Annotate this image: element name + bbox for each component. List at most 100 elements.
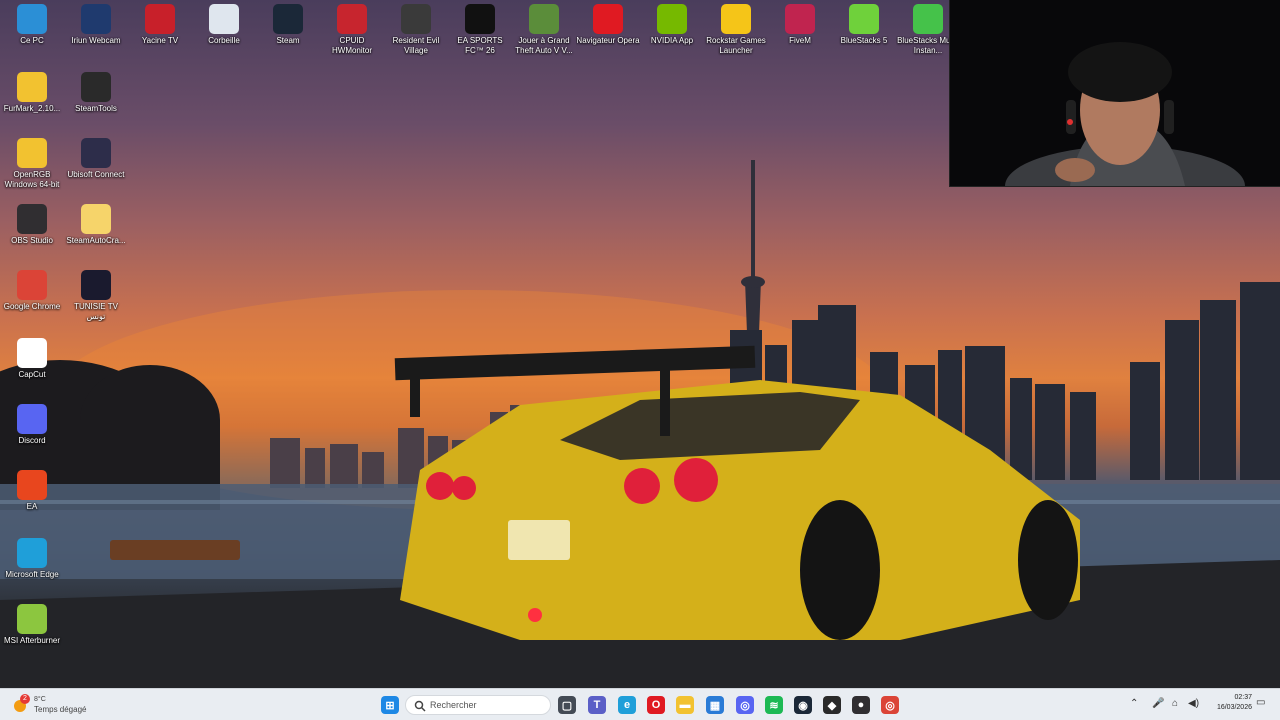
desktop-icon-label: BlueStacks 5	[840, 36, 888, 45]
desktop-icon-opera[interactable]: Navigateur Opera	[576, 0, 640, 46]
desktop-icon-label: Microsoft Edge	[5, 570, 59, 579]
desktop-icon-rockstar[interactable]: Rockstar Games Launcher	[704, 0, 768, 56]
desktop-icon-bluestacks[interactable]: BlueStacks 5	[832, 0, 896, 46]
desktop-icon-ubisoft[interactable]: Ubisoft Connect	[64, 134, 128, 180]
desktop-icon-discord[interactable]: Discord	[0, 400, 64, 446]
ubisoft-icon	[81, 138, 111, 168]
folder-icon	[81, 204, 111, 234]
obs-taskbar-icon[interactable]: ●	[852, 696, 870, 714]
desktop-icon-label: Corbeille	[208, 36, 240, 45]
capcut-icon	[17, 338, 47, 368]
search-icon	[414, 700, 426, 712]
desktop-icon-steam[interactable]: Steam	[256, 0, 320, 46]
folder-icon	[17, 138, 47, 168]
desktop-icon-label: Navigateur Opera	[576, 36, 640, 45]
edge-icon	[17, 538, 47, 568]
weather-temp: 8°C	[34, 696, 46, 703]
desktop-icon-chrome[interactable]: Google Chrome	[0, 266, 64, 312]
desktop-icon-tunisie-tv[interactable]: TUNISIE TV تونس	[64, 266, 128, 322]
opera-icon	[593, 4, 623, 34]
desktop-icon-folder[interactable]: SteamAutoCra...	[64, 200, 128, 246]
recycle-bin-icon	[209, 4, 239, 34]
chrome-icon	[17, 270, 47, 300]
desktop-icon-label: NVIDIA App	[650, 36, 694, 45]
weather-description: Temps dégagé	[34, 705, 87, 714]
desktop-icon-folder[interactable]: OpenRGB Windows 64-bit	[0, 134, 64, 190]
discord-taskbar-icon[interactable]: ◎	[736, 696, 754, 714]
desktop-icon-gta[interactable]: Jouer à Grand Theft Auto V V...	[512, 0, 576, 56]
desktop-icon-label: MSI Afterburner	[3, 636, 61, 645]
windows-start-icon[interactable]: ⊞	[381, 696, 399, 714]
tray-volume-icon[interactable]: ◀)	[1188, 698, 1199, 709]
obs-icon	[17, 204, 47, 234]
tray-network-icon[interactable]: ⌂	[1172, 698, 1178, 709]
notification-bell-icon[interactable]: ▭	[1256, 697, 1265, 708]
fivem-icon	[785, 4, 815, 34]
desktop-icon-label: OpenRGB Windows 64-bit	[4, 170, 60, 189]
desktop-icon-label: Google Chrome	[3, 302, 61, 311]
steam-taskbar-icon[interactable]: ◉	[794, 696, 812, 714]
steam-icon	[273, 4, 303, 34]
taskbar-clock[interactable]: 02:37 16/03/2026	[1217, 693, 1252, 713]
desktop-icon-capcut[interactable]: CapCut	[0, 334, 64, 380]
desktop-icon-nvidia[interactable]: NVIDIA App	[640, 0, 704, 46]
teams-icon[interactable]: T	[588, 696, 606, 714]
desktop-icon-label: OBS Studio	[11, 236, 53, 245]
spotify-icon[interactable]: ≋	[765, 696, 783, 714]
tray-chevron-up-icon[interactable]: ⌃	[1130, 698, 1138, 709]
desktop-icon-webcam[interactable]: Iriun Webcam	[64, 0, 128, 46]
desktop-icon-label: Discord	[18, 436, 46, 445]
clock-time: 02:37	[1234, 694, 1252, 701]
desktop-icon-label: Jouer à Grand Theft Auto V V...	[515, 36, 573, 55]
webcam-icon	[81, 4, 111, 34]
desktop-icon-label: Iriun Webcam	[71, 36, 121, 45]
desktop-icon-label: CapCut	[18, 370, 46, 379]
microsoft-store-icon[interactable]: ▦	[706, 696, 724, 714]
desktop-icon-label: CPUID HWMonitor	[331, 36, 372, 55]
desktop-icon-label: Ubisoft Connect	[67, 170, 125, 179]
desktop-icon-label: SteamAutoCra...	[66, 236, 126, 245]
desktop-icon-hwmonitor[interactable]: CPUID HWMonitor	[320, 0, 384, 56]
webcam-person-silhouette	[950, 0, 1280, 186]
desktop-icon-computer[interactable]: Ce PC	[0, 0, 64, 46]
desktop-icon-ea[interactable]: EA	[0, 466, 64, 512]
desktop-icon-label: Rockstar Games Launcher	[706, 36, 766, 55]
desktop-icon-label: FurMark_2.10...	[3, 104, 61, 113]
webcam-overlay	[949, 0, 1280, 187]
desktop-icon-label: EA	[26, 502, 38, 511]
tv-icon	[145, 4, 175, 34]
desktop-icon-obs[interactable]: OBS Studio	[0, 200, 64, 246]
edge-taskbar-icon[interactable]: e	[618, 696, 636, 714]
desktop-icon-label: SteamTools	[75, 104, 117, 113]
rockstar-icon	[721, 4, 751, 34]
afterburner-icon	[17, 604, 47, 634]
clock-date: 16/03/2026	[1216, 704, 1252, 711]
desktop-icon-edge[interactable]: Microsoft Edge	[0, 534, 64, 580]
bluestacks-multi-icon	[913, 4, 943, 34]
ea-fc-icon	[465, 4, 495, 34]
chrome-taskbar-icon[interactable]: ◎	[881, 696, 899, 714]
file-explorer-icon[interactable]: ▬	[676, 696, 694, 714]
discord-icon	[17, 404, 47, 434]
search-placeholder: Rechercher	[430, 700, 477, 710]
desktop-icon-fivem[interactable]: FiveM	[768, 0, 832, 46]
tray-microphone-icon[interactable]: 🎤	[1152, 698, 1164, 709]
desktop-icon-recycle-bin[interactable]: Corbeille	[192, 0, 256, 46]
taskbar: 2 8°C Temps dégagé Rechercher ⊞ ▢ Te O ▬ ▦ ◎ ≋ ◉…	[0, 688, 1280, 720]
nvidia-taskbar-icon[interactable]: ◆	[823, 696, 841, 714]
taskbar-search-box[interactable]: Rechercher	[405, 695, 551, 715]
desktop-icon-resident-evil[interactable]: Resident Evil Village	[384, 0, 448, 56]
steamtools-icon	[81, 72, 111, 102]
desktop-icon-label: Ce PC	[20, 36, 44, 45]
desktop-icon-label: Yacine TV	[141, 36, 179, 45]
desktop-icon-label: Steam	[276, 36, 300, 45]
task-view-icon[interactable]: ▢	[558, 696, 576, 714]
desktop-icon-folder[interactable]: FurMark_2.10...	[0, 68, 64, 114]
desktop-icon-ea-fc[interactable]: EA SPORTS FC™ 26	[448, 0, 512, 56]
desktop-icon-steamtools[interactable]: SteamTools	[64, 68, 128, 114]
opera-taskbar-icon[interactable]: O	[647, 696, 665, 714]
tunisie-tv-icon	[81, 270, 111, 300]
desktop-icon-afterburner[interactable]: MSI Afterburner	[0, 600, 64, 646]
folder-icon	[17, 72, 47, 102]
desktop-icon-tv[interactable]: Yacine TV	[128, 0, 192, 46]
